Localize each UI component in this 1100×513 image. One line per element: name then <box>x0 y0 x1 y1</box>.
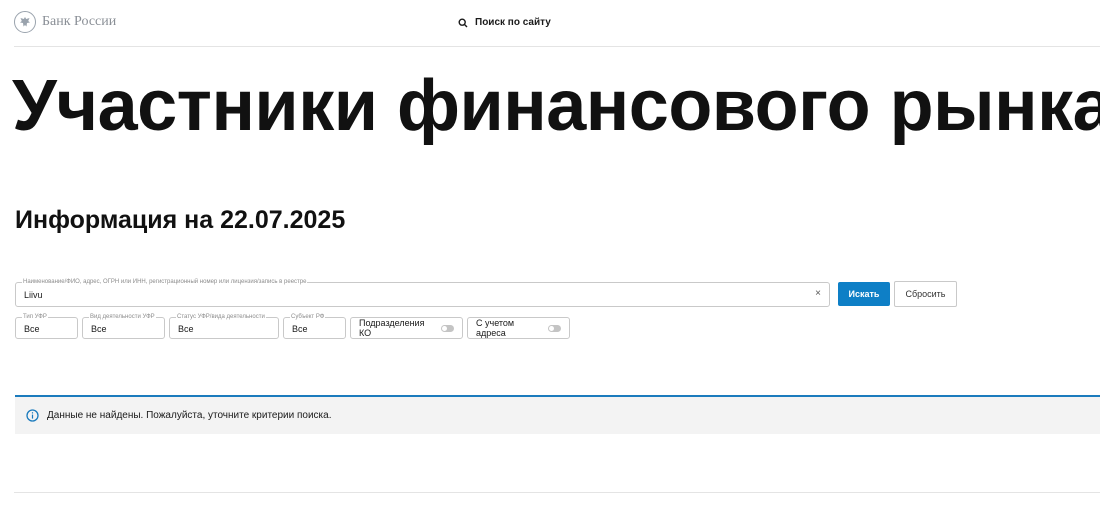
filter-region-legend: Субъект РФ <box>290 314 326 321</box>
filter-region-value: Все <box>292 324 308 334</box>
eagle-emblem-icon <box>14 11 36 33</box>
search-field-legend: Наименование/ФИО, адрес, ОГРН или ИНН, р… <box>22 279 308 286</box>
filter-status-legend: Статус УФР/вида деятельности <box>176 314 266 321</box>
branches-toggle-label: Подразделения КО <box>359 318 425 338</box>
filter-type-value: Все <box>24 324 40 334</box>
toggle-switch-icon <box>548 324 561 332</box>
page-title: Участники финансового рынка <box>12 66 1100 146</box>
filter-type-select[interactable]: Тип УФР Все <box>15 314 78 339</box>
branches-toggle[interactable]: Подразделения КО <box>350 317 463 339</box>
footer-divider <box>14 492 1100 493</box>
search-input[interactable] <box>24 290 794 300</box>
bank-logo[interactable]: Банк России <box>14 11 116 33</box>
site-search-label: Поиск по сайту <box>475 17 551 28</box>
filter-type-legend: Тип УФР <box>22 314 48 321</box>
toggle-switch-icon <box>441 324 454 332</box>
search-icon <box>458 17 468 27</box>
logo-text: Банк России <box>42 14 117 29</box>
address-toggle[interactable]: С учетом адреса <box>467 317 570 339</box>
filter-activity-value: Все <box>91 324 107 334</box>
site-search-link[interactable]: Поиск по сайту <box>458 17 551 28</box>
filter-activity-legend: Вид деятельности УФР <box>89 314 156 321</box>
filter-activity-select[interactable]: Вид деятельности УФР Все <box>82 314 165 339</box>
filter-status-select[interactable]: Статус УФР/вида деятельности Все <box>169 314 279 339</box>
info-date-heading: Информация на 22.07.2025 <box>15 206 346 234</box>
info-icon <box>26 409 39 422</box>
filter-status-value: Все <box>178 324 194 334</box>
address-toggle-label: С учетом адреса <box>476 318 515 338</box>
reset-button[interactable]: Сбросить <box>894 281 957 307</box>
no-results-notice: Данные не найдены. Пожалуйста, уточните … <box>15 395 1100 434</box>
clear-search-icon[interactable]: × <box>815 288 821 299</box>
site-header: Банк России Поиск по сайту <box>14 0 1100 47</box>
filter-region-select[interactable]: Субъект РФ Все <box>283 314 346 339</box>
search-button[interactable]: Искать <box>838 282 890 306</box>
notice-text: Данные не найдены. Пожалуйста, уточните … <box>47 410 332 421</box>
search-field: Наименование/ФИО, адрес, ОГРН или ИНН, р… <box>15 279 830 307</box>
